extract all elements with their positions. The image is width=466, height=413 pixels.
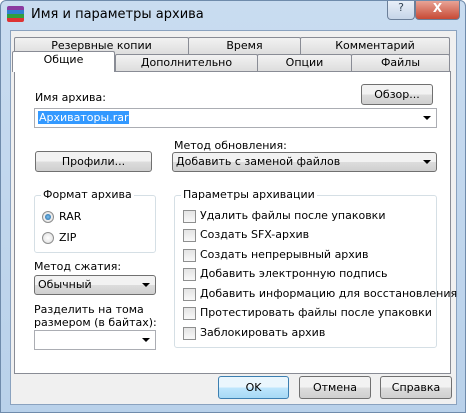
options-group: Параметры архивации Удалить файлы после … — [174, 188, 457, 348]
delete-files-label[interactable]: Удалить файлы после упаковки — [200, 209, 385, 222]
tab-files[interactable]: Файлы — [351, 54, 450, 72]
lock-checkbox[interactable] — [183, 327, 196, 340]
help-button[interactable]: Справка — [380, 376, 452, 399]
test-checkbox[interactable] — [183, 307, 196, 320]
compression-label: Метод сжатия: — [34, 260, 122, 273]
recovery-checkbox[interactable] — [183, 288, 196, 301]
chevron-down-icon — [423, 160, 431, 164]
help-title-button[interactable]: ? — [387, 1, 415, 20]
tab-time[interactable]: Время — [188, 37, 301, 55]
general-panel: Имя архива: Обзор... Архиваторы.rar Мето… — [14, 71, 457, 374]
delete-files-checkbox[interactable] — [183, 210, 196, 223]
archive-name-label: Имя архива: — [35, 91, 106, 104]
rar-label[interactable]: RAR — [59, 210, 81, 223]
update-method-select[interactable]: Добавить с заменой файлов — [172, 152, 437, 172]
chevron-down-icon[interactable] — [423, 116, 431, 120]
solid-label[interactable]: Создать непрерывный архив — [200, 248, 368, 261]
solid-checkbox[interactable] — [183, 249, 196, 262]
rar-radio[interactable] — [42, 211, 54, 223]
split-size-input[interactable] — [34, 330, 156, 350]
format-group-label: Формат архива — [41, 188, 134, 201]
zip-label[interactable]: ZIP — [59, 231, 76, 244]
test-label[interactable]: Протестировать файлы после упаковки — [200, 306, 432, 319]
compression-value: Обычный — [38, 278, 92, 291]
sfx-checkbox[interactable] — [183, 229, 196, 242]
compression-select[interactable]: Обычный — [34, 275, 156, 295]
recovery-label[interactable]: Добавить информацию для восстановления — [200, 287, 457, 300]
options-group-label: Параметры архивации — [181, 188, 317, 201]
update-method-value: Добавить с заменой файлов — [176, 155, 341, 168]
profiles-button[interactable]: Профили... — [35, 151, 152, 172]
tab-comment[interactable]: Комментарий — [300, 37, 450, 55]
archive-name-input[interactable]: Архиваторы.rar — [34, 108, 437, 128]
ok-button[interactable]: OK — [218, 376, 289, 399]
winrar-icon — [7, 6, 24, 22]
chevron-down-icon[interactable] — [142, 338, 150, 342]
signature-checkbox[interactable] — [183, 268, 196, 281]
dialog-window: Имя и параметры архива ? X Резервные коп… — [0, 0, 466, 413]
dialog-client: Резервные копии Время Комментарий Общие … — [10, 30, 457, 405]
chevron-down-icon — [142, 283, 150, 287]
update-method-label: Метод обновления: — [174, 139, 287, 152]
window-title: Имя и параметры архива — [31, 7, 204, 22]
archive-name-value: Архиваторы.rar — [38, 111, 130, 124]
sfx-label[interactable]: Создать SFX-архив — [200, 228, 309, 241]
lock-label[interactable]: Заблокировать архив — [200, 326, 325, 339]
format-group: Формат архива RAR ZIP — [34, 188, 156, 253]
close-button[interactable]: X — [415, 1, 460, 20]
browse-button[interactable]: Обзор... — [361, 84, 433, 105]
tab-advanced[interactable]: Дополнительно — [115, 54, 258, 72]
signature-label[interactable]: Добавить электронную подпись — [200, 267, 388, 280]
split-label-1: Разделить на тома — [34, 303, 144, 316]
split-label-2: размером (в байтах): — [34, 316, 157, 329]
tab-options[interactable]: Опции — [257, 54, 352, 72]
zip-radio[interactable] — [42, 232, 54, 244]
tab-general[interactable]: Общие — [12, 51, 115, 72]
cancel-button[interactable]: Отмена — [299, 376, 371, 399]
